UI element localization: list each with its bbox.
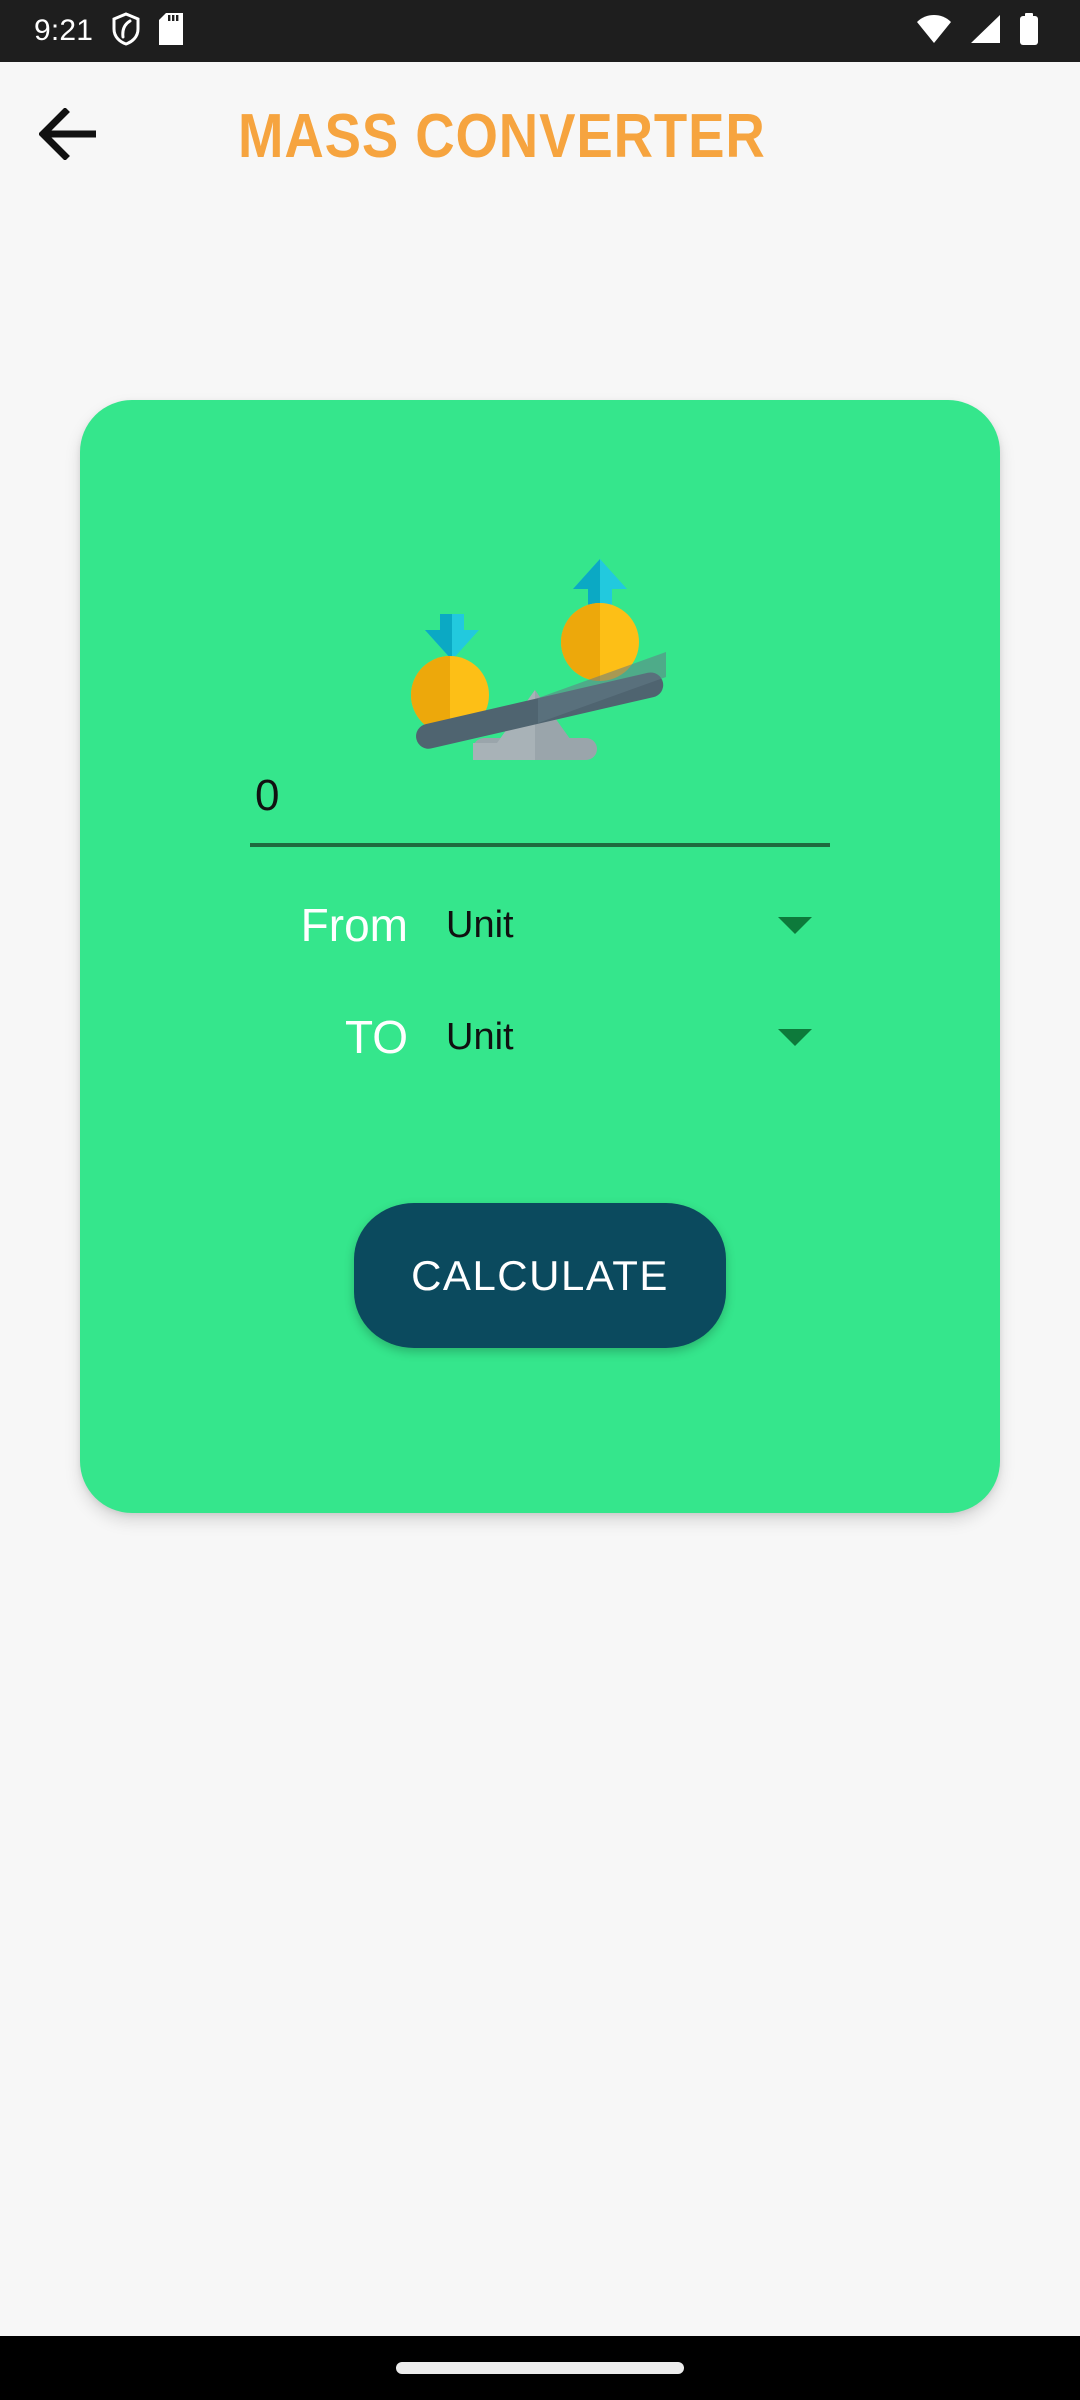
page-title: MASS CONVERTER [238, 101, 766, 171]
shield-icon [111, 11, 141, 51]
to-unit-value: Unit [446, 1016, 514, 1058]
down-arrow-icon [425, 614, 479, 660]
to-unit-select[interactable]: Unit [440, 989, 830, 1085]
from-unit-row: From Unit [250, 877, 830, 973]
amount-input-group[interactable]: 0 [250, 772, 830, 847]
to-label: TO [344, 1011, 408, 1063]
battery-icon [1018, 12, 1040, 50]
status-bar: 9:21 [0, 0, 1080, 62]
converter-card: 0 From Unit TO Unit CALCULATE [80, 400, 1000, 1513]
back-button[interactable] [14, 80, 126, 192]
amount-input-underline [250, 843, 830, 847]
back-arrow-icon [38, 106, 101, 165]
wifi-icon [916, 14, 952, 49]
up-arrow-icon [573, 559, 627, 605]
amount-input[interactable]: 0 [250, 772, 830, 825]
calculate-button[interactable]: CALCULATE [354, 1203, 726, 1348]
cellular-signal-icon [968, 14, 1002, 49]
sd-card-icon [159, 12, 184, 50]
app-bar: MASS CONVERTER [0, 62, 1080, 210]
from-unit-value: Unit [446, 904, 514, 946]
to-unit-row: TO Unit [250, 989, 830, 1085]
status-bar-right [916, 12, 1046, 50]
from-label: From [300, 899, 408, 951]
chevron-down-icon [778, 916, 812, 934]
chevron-down-icon [778, 1028, 812, 1046]
status-bar-left: 9:21 [34, 11, 184, 51]
balance-scale-illustration [395, 535, 685, 765]
home-gesture-pill[interactable] [396, 2362, 684, 2374]
navigation-bar [0, 2336, 1080, 2400]
status-bar-clock: 9:21 [34, 14, 94, 47]
from-unit-select[interactable]: Unit [440, 877, 830, 973]
